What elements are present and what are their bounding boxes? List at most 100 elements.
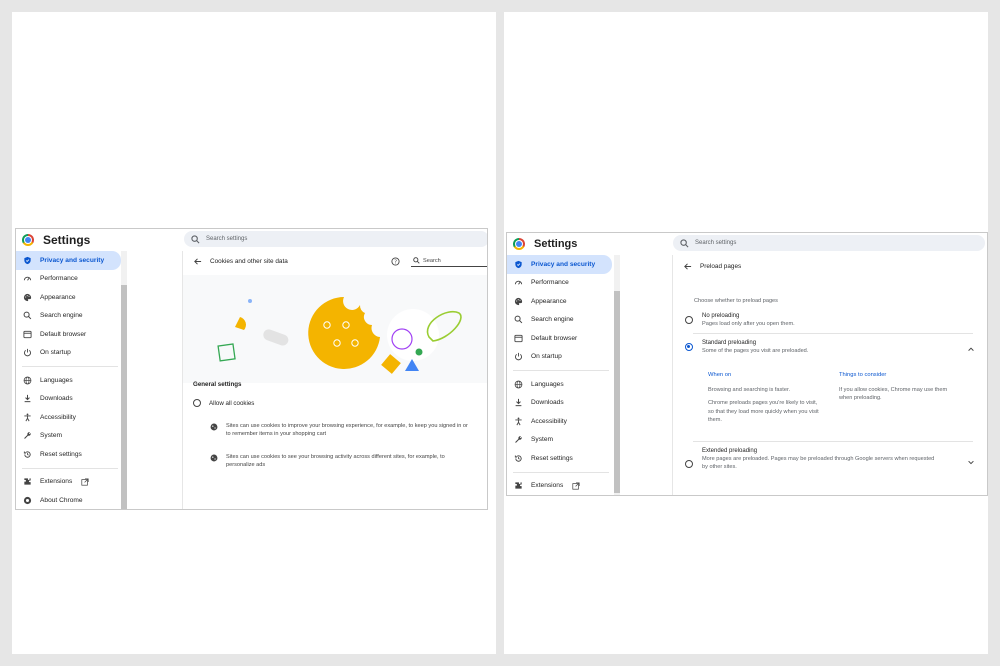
inner-search-placeholder: Search [423, 257, 441, 264]
sidebar-item-extensions[interactable]: Extensions [16, 473, 124, 492]
page-header: Preload pages [673, 255, 987, 277]
sidebar-item-appearance[interactable]: Appearance [16, 288, 124, 307]
sidebar-item-label: Reset settings [531, 454, 573, 462]
accessibility-icon [515, 417, 522, 426]
no-preloading-option[interactable]: No preloading Pages load only after you … [685, 312, 795, 328]
sidebar-item-extensions[interactable]: Extensions [507, 477, 615, 496]
globe-icon [23, 376, 32, 385]
things-to-consider-heading: Things to consider [839, 372, 887, 378]
sidebar-scrollbar[interactable] [614, 255, 620, 495]
sidebar-item-on-startup[interactable]: On startup [16, 344, 124, 363]
sidebar-item-label: Accessibility [531, 417, 567, 425]
sidebar-item-reset-settings[interactable]: Reset settings [16, 445, 124, 464]
sidebar-item-label: On startup [40, 349, 71, 357]
allow-all-radio[interactable] [193, 399, 201, 407]
sidebar-item-label: System [40, 432, 62, 440]
sidebar-item-search-engine[interactable]: Search engine [16, 307, 124, 326]
cookie-bullet-1: Sites can use cookies to improve your br… [210, 422, 487, 439]
shield-icon [515, 260, 522, 268]
right-panel: Settings Search settings Privacy and sec… [504, 12, 988, 654]
sidebar-item-label: Appearance [40, 293, 76, 301]
sidebar-item-default-browser[interactable]: Default browser [507, 329, 615, 348]
sidebar-item-label: On startup [531, 353, 562, 361]
sidebar-scrollbar[interactable] [121, 251, 127, 509]
sidebar-item-label: Reset settings [40, 450, 82, 458]
sidebar-item-label: Downloads [531, 399, 564, 407]
power-icon [515, 353, 522, 361]
sidebar-item-about-chrome[interactable]: About Chrome [16, 491, 124, 509]
sidebar-item-label: System [531, 436, 553, 444]
search-icon [514, 315, 523, 324]
sidebar-item-languages[interactable]: Languages [16, 371, 124, 390]
extended-preloading-desc-1: More pages are preloaded. Pages may be p… [702, 456, 935, 462]
sidebar-item-label: Default browser [40, 330, 87, 338]
bullet-1-line-2: to remember items in your shopping cart [226, 431, 327, 438]
sidebar-item-appearance[interactable]: Appearance [507, 292, 615, 311]
chevron-up-icon[interactable] [967, 345, 975, 353]
no-preloading-radio[interactable] [685, 316, 693, 324]
chrome-logo-icon [22, 234, 34, 246]
sidebar-item-search-engine[interactable]: Search engine [507, 311, 615, 330]
chrome-logo-icon [23, 496, 32, 504]
sidebar-item-accessibility[interactable]: Accessibility [16, 408, 124, 427]
scrollbar-thumb[interactable] [614, 291, 620, 493]
browser-window-icon [23, 330, 32, 338]
when-on-line-1: Browsing and searching is faster. [708, 387, 791, 393]
sidebar-item-accessibility[interactable]: Accessibility [507, 412, 615, 431]
sidebar-item-label: Privacy and security [40, 256, 105, 264]
bullet-2-line-1: Sites can use cookies to see your browsi… [226, 454, 445, 460]
extended-preloading-option[interactable]: Extended preloading More pages are prelo… [685, 447, 967, 471]
cookies-illustration [183, 275, 487, 383]
sidebar-divider [22, 467, 118, 469]
chevron-down-icon[interactable] [967, 458, 975, 466]
bullet-2-line-2: personalize ads [226, 462, 266, 469]
search-icon [413, 257, 420, 264]
sidebar-item-system[interactable]: System [507, 431, 615, 450]
scrollbar-thumb[interactable] [121, 285, 127, 509]
search-icon [191, 234, 200, 243]
cookie-bullet-2: Sites can use cookies to see your browsi… [210, 453, 487, 470]
left-panel: Settings Search settings Privacy and sec… [12, 12, 496, 654]
extended-preloading-radio[interactable] [685, 460, 693, 468]
back-arrow-icon[interactable] [193, 257, 202, 266]
divider [693, 441, 973, 442]
globe-icon [514, 380, 523, 389]
standard-preloading-radio[interactable] [685, 343, 693, 351]
general-settings-heading: General settings [193, 381, 242, 388]
standard-preloading-option[interactable]: Standard preloading Some of the pages yo… [685, 339, 808, 355]
sidebar-item-performance[interactable]: Performance [507, 274, 615, 293]
sidebar-item-languages[interactable]: Languages [507, 375, 615, 394]
palette-icon [514, 297, 523, 305]
settings-search-input[interactable]: Search settings [673, 235, 985, 251]
sidebar-item-on-startup[interactable]: On startup [507, 348, 615, 367]
sidebar-divider [513, 471, 609, 473]
cookie-illustration-art [217, 297, 462, 374]
allow-all-cookies-option[interactable]: Allow all cookies [193, 399, 254, 407]
settings-window-cookies: Settings Search settings Privacy and sec… [15, 228, 488, 510]
sidebar-item-performance[interactable]: Performance [16, 270, 124, 289]
sidebar: Privacy and security Performance Appearanc… [507, 255, 615, 495]
sidebar-item-privacy-and-security[interactable]: Privacy and security [16, 251, 121, 270]
sidebar-item-downloads[interactable]: Downloads [16, 390, 124, 409]
sidebar-item-system[interactable]: System [16, 427, 124, 446]
settings-topbar: Settings Search settings [507, 233, 987, 255]
settings-search-input[interactable]: Search settings [184, 231, 487, 247]
puzzle-icon [24, 478, 31, 485]
sidebar-item-downloads[interactable]: Downloads [507, 394, 615, 413]
sidebar-item-privacy-and-security[interactable]: Privacy and security [507, 255, 612, 274]
back-arrow-icon[interactable] [683, 262, 692, 271]
accessibility-icon [24, 413, 31, 422]
when-on-line-2: Chrome preloads pages you're likely to v… [708, 400, 818, 407]
sidebar-item-label: Search engine [531, 316, 574, 324]
settings-title: Settings [534, 238, 578, 250]
extended-preloading-title: Extended preloading [702, 448, 758, 454]
help-icon[interactable]: ? [391, 257, 400, 266]
inner-search-input[interactable]: Search [411, 255, 487, 267]
sidebar-item-label: Appearance [531, 297, 567, 305]
sidebar-item-reset-settings[interactable]: Reset settings [507, 449, 615, 468]
page-title: Cookies and other site data [210, 257, 288, 265]
history-icon [23, 451, 31, 458]
allow-all-label: Allow all cookies [209, 399, 255, 407]
settings-topbar: Settings Search settings [16, 229, 487, 251]
sidebar-item-default-browser[interactable]: Default browser [16, 325, 124, 344]
